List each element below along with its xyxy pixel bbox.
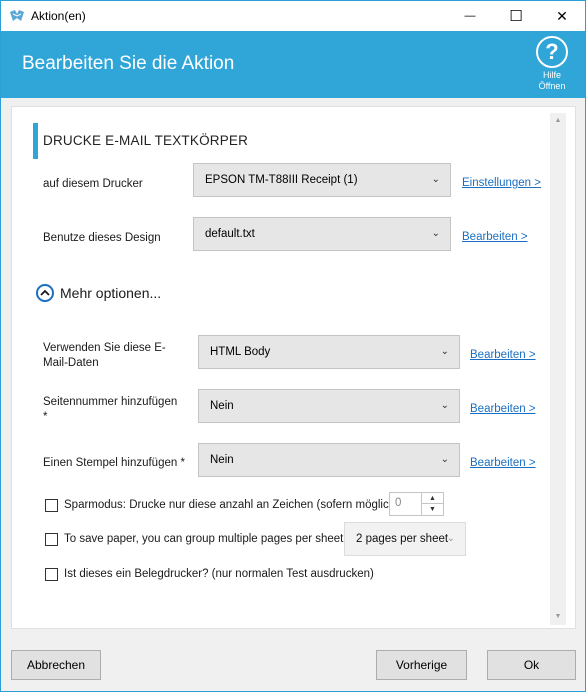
group-pages-select[interactable]: 2 pages per sheet ⌄ xyxy=(344,522,466,556)
more-options-label: Mehr optionen... xyxy=(60,285,162,301)
vertical-scrollbar[interactable]: ▲ ▼ xyxy=(550,113,566,625)
dialog-window: Aktion(en) — ☐ ✕ Bearbeiten Sie die Akti… xyxy=(0,0,586,692)
settings-panel: DRUCKE E-MAIL TEXTKÖRPER auf diesem Druc… xyxy=(11,106,576,629)
page-title: Bearbeiten Sie die Aktion xyxy=(22,53,235,74)
maximize-button[interactable]: ☐ xyxy=(493,1,539,31)
email-data-label-line1: Verwenden Sie diese E- xyxy=(43,342,166,354)
header-banner: Bearbeiten Sie die Aktion ? Hilfe Öffnen xyxy=(1,31,585,98)
help-button[interactable]: ? Hilfe Öffnen xyxy=(533,36,571,92)
chevron-up-icon xyxy=(36,284,54,302)
stepper-down-icon[interactable]: ▼ xyxy=(422,504,443,515)
close-icon: ✕ xyxy=(556,7,568,24)
design-label: Benutze dieses Design xyxy=(43,232,161,244)
previous-button[interactable]: Vorherige xyxy=(376,650,467,680)
page-number-select-value: Nein xyxy=(210,400,234,412)
ok-button[interactable]: Ok xyxy=(487,650,576,680)
page-number-label-line2: * xyxy=(43,411,48,423)
chevron-down-icon: ⌄ xyxy=(440,454,449,465)
page-number-edit-link[interactable]: Bearbeiten > xyxy=(470,403,536,415)
footer-bar: Abbrechen Vorherige Ok xyxy=(1,637,585,691)
scroll-up-icon[interactable]: ▲ xyxy=(550,113,566,129)
email-data-select[interactable]: HTML Body ⌄ xyxy=(198,335,460,369)
page-number-label-line1: Seitennummer hinzufügen xyxy=(43,396,178,408)
printer-select-value: EPSON TM-T88III Receipt (1) xyxy=(205,174,358,186)
email-data-label: Verwenden Sie diese E- Mail-Daten xyxy=(43,341,166,371)
help-label-bottom: Öffnen xyxy=(538,81,566,91)
chevron-down-icon: ⌄ xyxy=(440,400,449,411)
saving-mode-stepper[interactable]: 0 ▲ ▼ xyxy=(389,492,444,516)
maximize-icon: ☐ xyxy=(509,8,523,25)
email-data-edit-link[interactable]: Bearbeiten > xyxy=(470,349,536,361)
stamp-edit-link[interactable]: Bearbeiten > xyxy=(470,457,536,469)
group-pages-checkbox[interactable] xyxy=(45,533,58,546)
section-title: DRUCKE E-MAIL TEXTKÖRPER xyxy=(43,133,249,148)
title-bar[interactable]: Aktion(en) — ☐ ✕ xyxy=(1,1,585,31)
stamp-select[interactable]: Nein ⌄ xyxy=(198,443,460,477)
page-number-label: Seitennummer hinzufügen * xyxy=(43,395,177,425)
question-icon: ? xyxy=(536,36,568,68)
cancel-button[interactable]: Abbrechen xyxy=(11,650,101,680)
saving-mode-checkbox[interactable] xyxy=(45,499,58,512)
chevron-down-icon: ⌄ xyxy=(446,533,455,544)
stamp-select-value: Nein xyxy=(210,454,234,466)
email-data-select-value: HTML Body xyxy=(210,346,271,358)
app-icon xyxy=(10,10,24,21)
more-options-toggle[interactable]: Mehr optionen... xyxy=(36,284,161,302)
group-pages-select-value: 2 pages per sheet xyxy=(356,533,449,545)
printer-label: auf diesem Drucker xyxy=(43,178,143,190)
minimize-icon: — xyxy=(464,10,476,22)
stepper-buttons: ▲ ▼ xyxy=(421,493,443,515)
close-button[interactable]: ✕ xyxy=(539,1,585,31)
design-select[interactable]: default.txt ⌄ xyxy=(193,217,451,251)
stamp-label: Einen Stempel hinzufügen * xyxy=(43,457,185,469)
chevron-down-icon: ⌄ xyxy=(440,346,449,357)
printer-select[interactable]: EPSON TM-T88III Receipt (1) ⌄ xyxy=(193,163,451,197)
saving-mode-value: 0 xyxy=(395,497,402,509)
minimize-button[interactable]: — xyxy=(447,1,493,31)
window-title: Aktion(en) xyxy=(31,9,86,23)
printer-settings-link[interactable]: Einstellungen > xyxy=(462,177,541,189)
email-data-label-line2: Mail-Daten xyxy=(43,357,99,369)
stepper-up-icon[interactable]: ▲ xyxy=(422,493,443,504)
saving-mode-label: Sparmodus: Drucke nur diese anzahl an Ze… xyxy=(64,499,403,511)
content-area: DRUCKE E-MAIL TEXTKÖRPER auf diesem Druc… xyxy=(1,98,585,637)
design-edit-link[interactable]: Bearbeiten > xyxy=(462,231,528,243)
receipt-printer-checkbox[interactable] xyxy=(45,568,58,581)
help-label-top: Hilfe xyxy=(542,70,561,80)
page-number-select[interactable]: Nein ⌄ xyxy=(198,389,460,423)
section-accent-bar xyxy=(33,123,38,159)
group-pages-label: To save paper, you can group multiple pa… xyxy=(64,533,344,545)
scroll-down-icon[interactable]: ▼ xyxy=(550,609,566,625)
chevron-down-icon: ⌄ xyxy=(431,174,440,185)
receipt-printer-label: Ist dieses ein Belegdrucker? (nur normal… xyxy=(64,568,374,580)
design-select-value: default.txt xyxy=(205,228,255,240)
chevron-down-icon: ⌄ xyxy=(431,228,440,239)
